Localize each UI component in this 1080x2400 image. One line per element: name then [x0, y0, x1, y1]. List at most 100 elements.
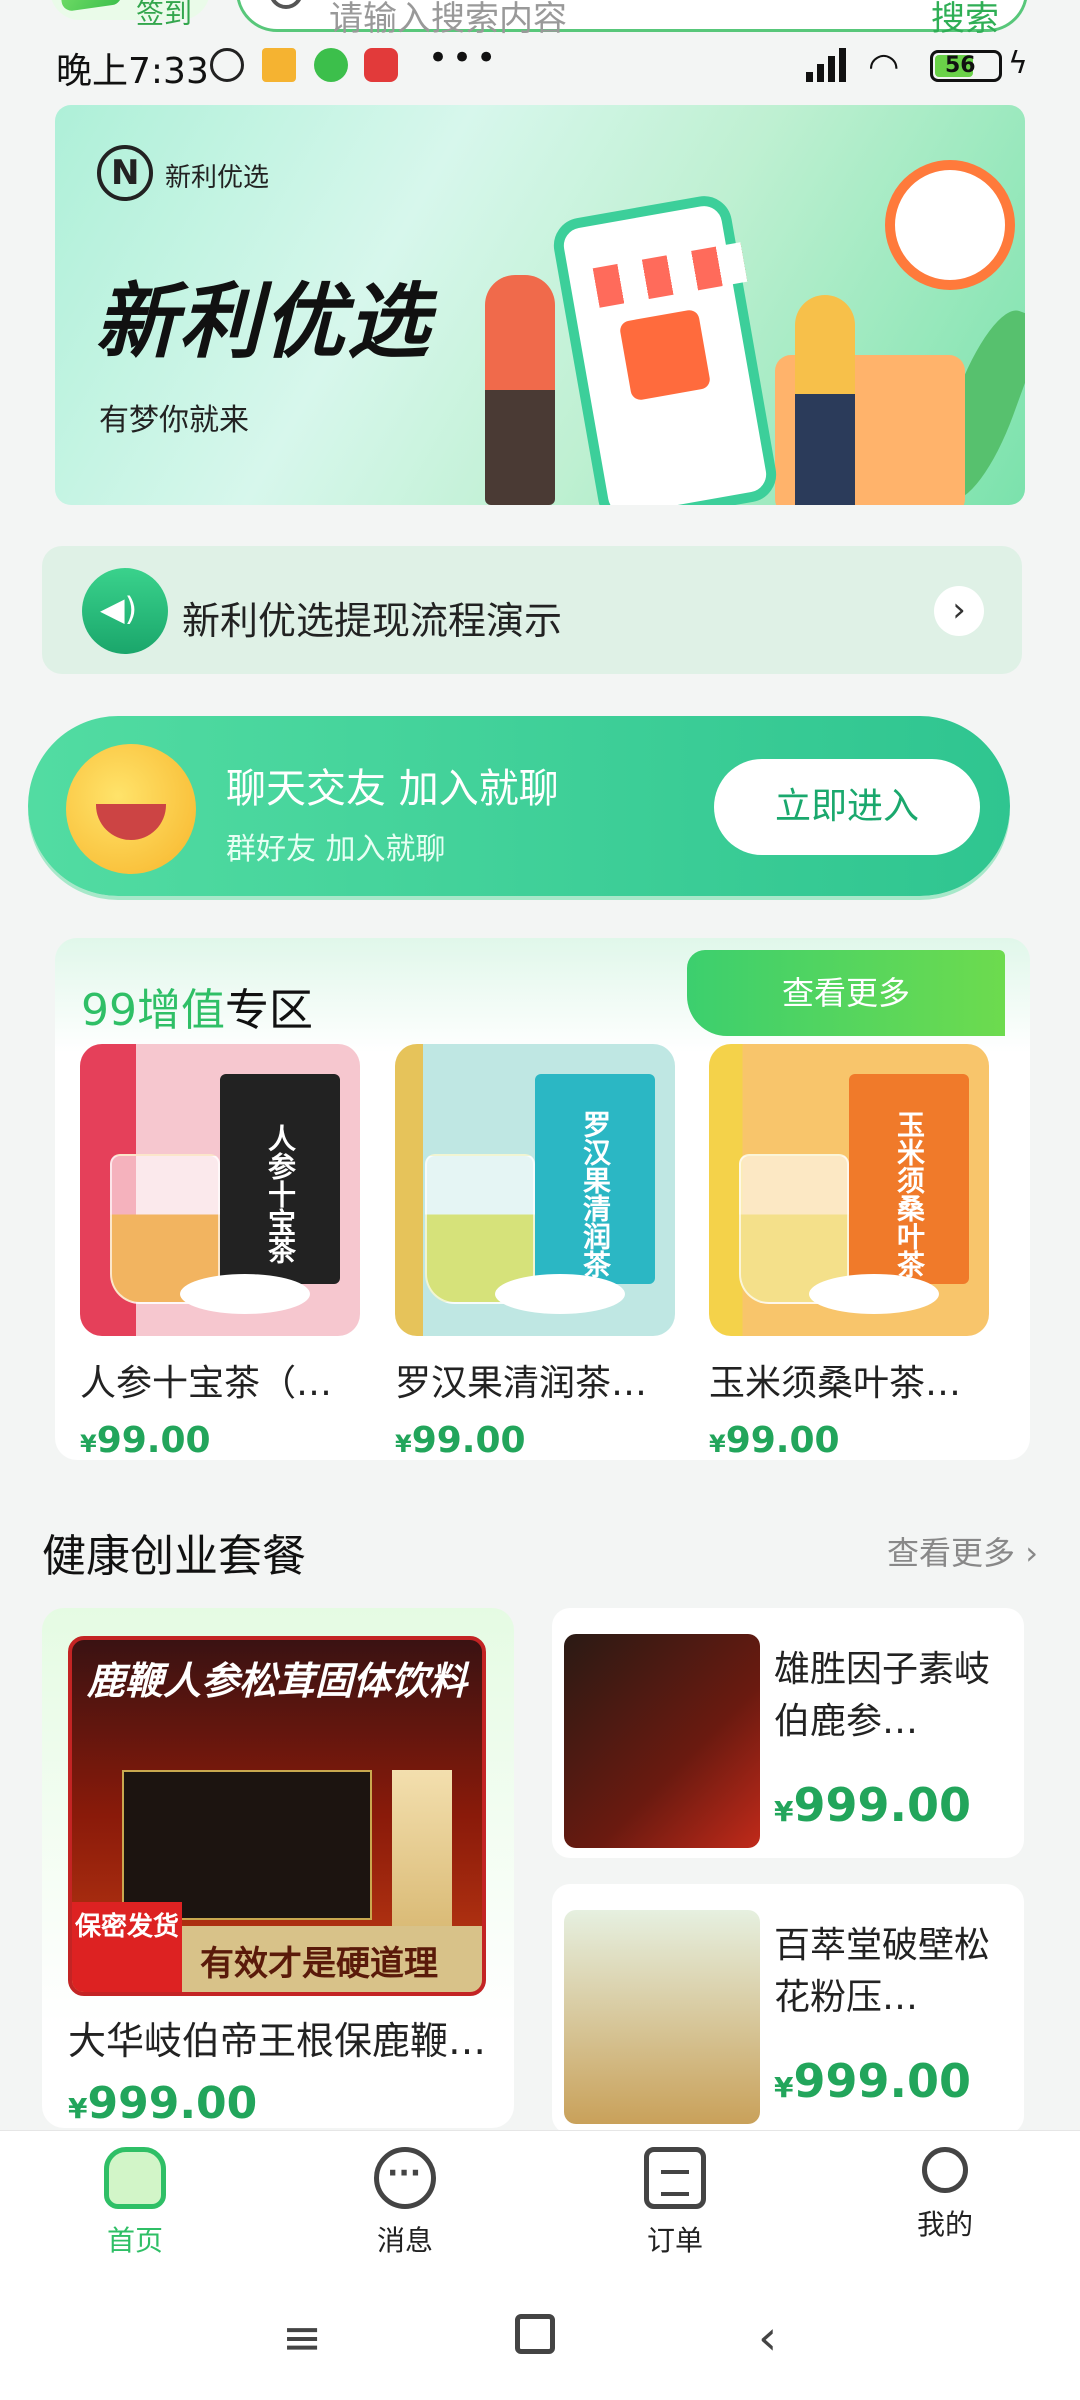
system-nav-bar: ≡ ‹: [0, 2270, 1080, 2400]
product-name: 罗汉果清润茶…: [395, 1363, 648, 1404]
zone-more-button[interactable]: 查看更多: [687, 950, 1005, 1036]
tab-orders[interactable]: 订单: [595, 2147, 755, 2259]
zone-title: 99增值专区: [81, 974, 313, 1038]
section-title: 健康创业套餐: [42, 1531, 306, 1582]
price-value: 99.00: [96, 1420, 211, 1461]
currency-symbol: ¥: [395, 1430, 412, 1458]
image-headline: 鹿鞭人参松茸固体饮料: [86, 1659, 467, 1703]
image-slogan: 有效才是硬道理: [200, 1944, 438, 1984]
zone-title-rest: 专区: [225, 985, 313, 1036]
product-price: ¥999.00: [774, 1778, 971, 1832]
signal-icon: [806, 46, 856, 82]
home-square-icon[interactable]: [515, 2314, 555, 2354]
product-price: ¥99.00: [709, 1420, 989, 1461]
currency-symbol: ¥: [709, 1430, 726, 1458]
plate-illustration: [180, 1274, 310, 1314]
product-image: 鹿鞭人参松茸固体饮料 保密发货 有效才是硬道理: [68, 1636, 486, 1996]
search-input[interactable]: 请输入搜索内容 搜索: [236, 0, 1028, 39]
product-price: ¥99.00: [395, 1420, 675, 1461]
wifi-icon: ◠: [868, 46, 900, 87]
chevron-right-icon[interactable]: ›: [934, 586, 984, 636]
currency-symbol: ¥: [68, 2092, 88, 2125]
product-name: 玉米须桑叶茶…: [709, 1363, 962, 1404]
clock-illustration: [885, 160, 1015, 290]
order-icon: [644, 2147, 706, 2209]
product-card[interactable]: 人参十宝茶 人参十宝茶（… ¥99.00: [80, 1044, 360, 1461]
user-icon: [922, 2147, 968, 2193]
section-more-link[interactable]: 查看更多 ›: [887, 1528, 1038, 1574]
laughing-emoji-icon: [66, 744, 196, 874]
product-card[interactable]: 玉米须桑叶茶 玉米须桑叶茶… ¥99.00: [709, 1044, 989, 1461]
notification-icon: [262, 48, 296, 82]
tab-messages[interactable]: 消息: [325, 2147, 485, 2259]
status-time: 晚上7:33: [56, 51, 209, 92]
image-badge: 保密发货: [72, 1902, 182, 1992]
product-price: ¥999.00: [68, 2078, 257, 2129]
product-box-text: 玉米须桑叶茶: [849, 1074, 969, 1284]
tab-home[interactable]: 首页: [55, 2147, 215, 2259]
image-footer: 保密发货 有效才是硬道理: [72, 1902, 482, 1992]
product-box-text: 人参十宝茶: [220, 1074, 340, 1284]
app-notification-icon: [314, 48, 348, 82]
banner-brand: 新利优选: [165, 163, 270, 193]
price-value: 999.00: [87, 2078, 258, 2129]
notice-bar[interactable]: 新利优选提现流程演示 ›: [42, 546, 1022, 674]
tab-label: 消息: [376, 2224, 433, 2257]
price-value: 999.00: [793, 2054, 971, 2108]
person-illustration: [795, 295, 855, 505]
gift-icon: [57, 0, 123, 12]
hero-banner[interactable]: 新利优选 新利优选 有梦你就来: [55, 105, 1025, 505]
chat-subtitle: 群好友 加入就聊: [226, 832, 446, 867]
charging-icon: ϟ: [1008, 46, 1028, 81]
banner-headline: 新利优选: [95, 275, 431, 370]
currency-symbol: ¥: [80, 1430, 97, 1458]
chat-banner[interactable]: 聊天交友 加入就聊 群好友 加入就聊 立即进入: [28, 716, 1010, 896]
package-illustration: [122, 1770, 372, 1920]
product-image: [564, 1634, 760, 1848]
banner-subline: 有梦你就来: [99, 403, 249, 438]
currency-symbol: ¥: [774, 2071, 794, 2104]
brand-logo: [97, 145, 153, 201]
enter-chat-button[interactable]: 立即进入: [714, 759, 980, 855]
battery-icon: 56: [930, 50, 1002, 82]
search-placeholder: 请输入搜索内容: [329, 0, 567, 39]
home-icon: [104, 2147, 166, 2209]
status-bar: 晚上7:33 ••• ◠ 56 ϟ: [0, 36, 1080, 92]
chevron-right-icon: ›: [1025, 1534, 1038, 1572]
menu-icon[interactable]: ≡: [282, 2310, 322, 2366]
message-icon: [374, 2147, 436, 2209]
person-illustration: [485, 275, 555, 505]
product-box-text: 罗汉果清润茶: [535, 1074, 655, 1284]
price-value: 99.00: [411, 1420, 526, 1461]
product-price: ¥99.00: [80, 1420, 360, 1461]
back-icon[interactable]: ‹: [758, 2310, 777, 2366]
chat-title: 聊天交友 加入就聊: [226, 766, 559, 812]
featured-product-card[interactable]: 鹿鞭人参松茸固体饮料 保密发货 有效才是硬道理 大华岐伯帝王根保鹿鞭… ¥999…: [42, 1608, 514, 2129]
more-notifications-icon: •••: [428, 38, 501, 78]
product-image: 玉米须桑叶茶: [709, 1044, 989, 1336]
battery-level: 56: [945, 53, 976, 78]
product-name: 大华岐伯帝王根保鹿鞭…: [68, 2019, 487, 2063]
product-name: 百萃堂破壁松花粉压…: [774, 1925, 991, 2018]
search-icon: [269, 0, 303, 9]
sachet-illustration: [392, 1770, 452, 1940]
product-price: ¥999.00: [774, 2054, 971, 2108]
product-image: [564, 1910, 760, 2124]
currency-symbol: ¥: [774, 1795, 794, 1828]
tab-label: 订单: [646, 2224, 703, 2257]
product-card[interactable]: 雄胜因子素岐伯鹿参… ¥999.00: [552, 1608, 1024, 1858]
alarm-icon: [210, 48, 244, 82]
zone-title-highlight: 99增值: [81, 985, 225, 1036]
tab-profile[interactable]: 我的: [865, 2147, 1025, 2243]
product-image: 人参十宝茶: [80, 1044, 360, 1336]
signin-button[interactable]: 签到: [50, 0, 210, 30]
bottom-tab-bar: 首页 消息 订单 我的: [0, 2130, 1080, 2270]
plate-illustration: [809, 1274, 939, 1314]
product-card[interactable]: 百萃堂破壁松花粉压… ¥999.00: [552, 1884, 1024, 2134]
plate-illustration: [495, 1274, 625, 1314]
product-card[interactable]: 罗汉果清润茶 罗汉果清润茶… ¥99.00: [395, 1044, 675, 1461]
product-name: 雄胜因子素岐伯鹿参…: [774, 1649, 991, 1742]
section-more-label: 查看更多: [887, 1534, 1016, 1572]
price-value: 99.00: [725, 1420, 840, 1461]
search-button[interactable]: 搜索: [931, 0, 999, 40]
